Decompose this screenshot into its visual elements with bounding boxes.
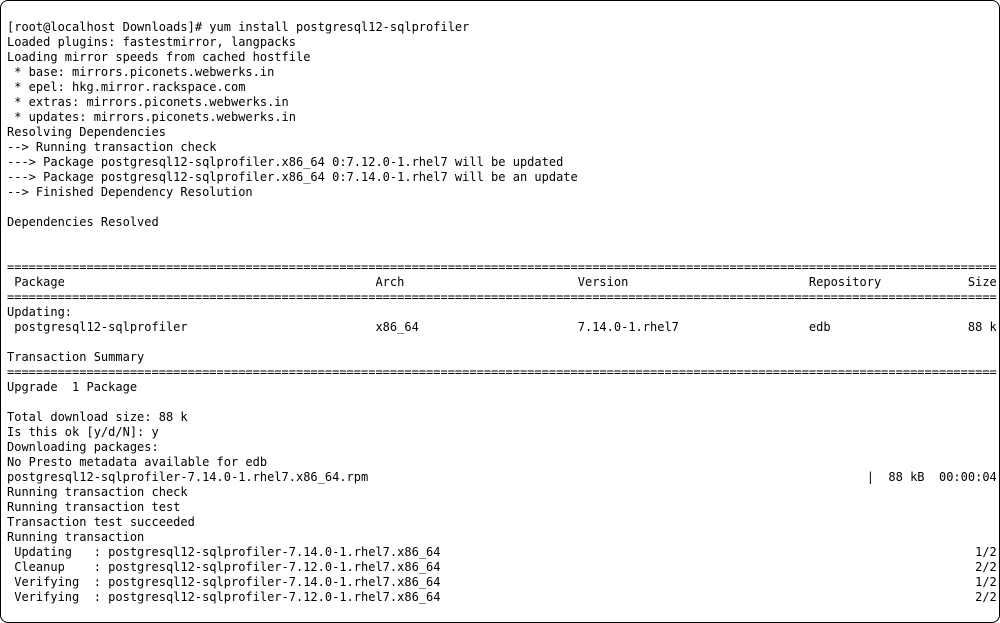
transaction-step: Cleanup : postgresql12-sqlprofiler-7.12.…	[7, 560, 997, 574]
transaction-summary-label: Transaction Summary	[7, 350, 144, 364]
confirm-prompt-line: Is this ok [y/d/N]: y	[7, 425, 159, 439]
output-line: Resolving Dependencies	[7, 125, 166, 139]
running-test: Running transaction test	[7, 500, 180, 514]
transaction-step: Updating : postgresql12-sqlprofiler-7.14…	[7, 545, 997, 559]
output-line: Loading mirror speeds from cached hostfi…	[7, 50, 310, 64]
shell-prompt-line: [root@localhost Downloads]# yum install …	[7, 20, 469, 34]
output-line: ---> Package postgresql12-sqlprofiler.x8…	[7, 170, 578, 184]
blank	[7, 335, 14, 349]
divider-double: ========================================…	[7, 365, 997, 379]
table-section-updating: Updating:	[7, 305, 72, 319]
table-row: postgresql12-sqlprofiler x86_64 7.14.0-1…	[7, 320, 997, 334]
test-succeeded: Transaction test succeeded	[7, 515, 195, 529]
blank	[7, 395, 14, 409]
terminal-output: [root@localhost Downloads]# yum install …	[0, 0, 1000, 623]
output-line: * extras: mirrors.piconets.webwerks.in	[7, 95, 289, 109]
running-transaction: Running transaction	[7, 530, 144, 544]
download-size-line: Total download size: 88 k	[7, 410, 188, 424]
transaction-step: Verifying : postgresql12-sqlprofiler-7.1…	[7, 590, 997, 604]
output-line: ---> Package postgresql12-sqlprofiler.x8…	[7, 155, 563, 169]
pre-table-block: Loaded plugins: fastestmirror, langpacks…	[7, 35, 993, 245]
downloading-label: Downloading packages:	[7, 440, 159, 454]
output-line: * updates: mirrors.piconets.webwerks.in	[7, 110, 296, 124]
presto-line: No Presto metadata available for edb	[7, 455, 267, 469]
rpm-download-line: postgresql12-sqlprofiler-7.14.0-1.rhel7.…	[7, 470, 997, 484]
divider-double: ========================================…	[7, 260, 997, 274]
transaction-step: Verifying : postgresql12-sqlprofiler-7.1…	[7, 575, 997, 589]
output-line: --> Finished Dependency Resolution	[7, 185, 253, 199]
output-line: * base: mirrors.piconets.webwerks.in	[7, 65, 274, 79]
running-check: Running transaction check	[7, 485, 188, 499]
output-line: * epel: hkg.mirror.rackspace.com	[7, 80, 245, 94]
upgrade-count-line: Upgrade 1 Package	[7, 380, 137, 394]
output-line: Dependencies Resolved	[7, 215, 159, 229]
table-header: Package Arch Version Repository Size	[7, 275, 997, 289]
transaction-steps: Updating : postgresql12-sqlprofiler-7.14…	[7, 545, 993, 605]
divider-double: ========================================…	[7, 290, 997, 304]
output-line: Loaded plugins: fastestmirror, langpacks	[7, 35, 296, 49]
output-line: --> Running transaction check	[7, 140, 217, 154]
output-line	[7, 200, 14, 214]
output-line	[7, 230, 14, 244]
